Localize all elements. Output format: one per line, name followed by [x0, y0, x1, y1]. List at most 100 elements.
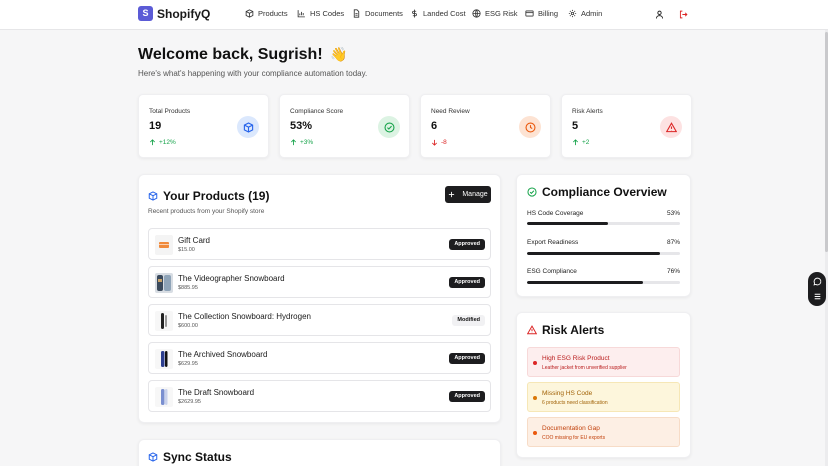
product-price: $15.00 — [178, 247, 195, 253]
stat-value: 19 — [149, 120, 162, 132]
risk-alert-item[interactable]: Documentation Gap COO missing for EU exp… — [527, 417, 680, 447]
cube-icon — [148, 452, 158, 462]
stat-change-text: +12% — [159, 139, 176, 146]
nav-hs-codes[interactable]: HS Codes — [297, 9, 344, 18]
nav-esg-risk[interactable]: ESG Risk — [472, 9, 518, 18]
warning-icon — [527, 325, 537, 335]
alert-dot — [533, 396, 537, 400]
metric-label: HS Code Coverage — [527, 210, 584, 217]
product-row[interactable]: The Videographer Snowboard $885.95 Appro… — [148, 266, 491, 298]
arrow-up-icon — [291, 139, 296, 146]
alert-description: COO missing for EU exports — [542, 435, 606, 441]
product-row[interactable]: The Archived Snowboard $629.95 Approved — [148, 342, 491, 374]
progress-track — [527, 222, 680, 225]
cube-icon-badge — [237, 116, 259, 138]
alert-description: 6 products need classification — [542, 400, 608, 406]
risk-alert-item[interactable]: Missing HS Code 6 products need classifi… — [527, 382, 680, 412]
app-name[interactable]: ShopifyQ — [157, 7, 210, 21]
alert-title: Documentation Gap — [542, 425, 600, 432]
alert-title: Missing HS Code — [542, 390, 593, 397]
nav-label: Documents — [365, 9, 403, 18]
product-name: The Draft Snowboard — [178, 388, 255, 397]
nav-landed-cost[interactable]: Landed Cost — [410, 9, 466, 18]
wave-emoji: 👋 — [330, 46, 348, 62]
progress-fill — [527, 252, 661, 255]
metric-label: ESG Compliance — [527, 268, 577, 275]
alert-title: High ESG Risk Product — [542, 355, 610, 362]
stat-change: +3% — [290, 139, 313, 146]
manage-button[interactable]: Manage — [445, 186, 491, 203]
product-row[interactable]: The Draft Snowboard $2629.95 Approved — [148, 380, 491, 412]
progress-track — [527, 252, 680, 255]
dollar-icon — [412, 9, 417, 18]
warning-icon — [665, 121, 677, 132]
product-thumbnail — [155, 273, 173, 293]
risk-alerts-title: Risk Alerts — [527, 323, 604, 337]
box-icon — [245, 9, 254, 18]
product-row[interactable]: The Collection Snowboard: Hydrogen $600.… — [148, 304, 491, 336]
stat-label: Need Review — [431, 108, 470, 115]
stat-card-compliance-score: Compliance Score 53% +3% — [279, 94, 410, 158]
snowboard-image — [161, 389, 168, 405]
gift-card-icon — [159, 242, 169, 248]
chat-button[interactable] — [812, 276, 822, 286]
product-thumbnail — [155, 387, 173, 407]
stat-value: 53% — [290, 120, 313, 132]
product-thumbnail — [155, 349, 173, 369]
clock-icon — [524, 121, 536, 133]
progress-track — [527, 281, 680, 284]
stat-change: +2 — [572, 139, 589, 146]
floating-chat-widget — [808, 272, 826, 306]
stat-label: Total Products — [149, 108, 191, 115]
products-panel-title: Your Products (19) — [148, 189, 269, 203]
check-circle-icon — [527, 187, 537, 197]
page-title: Welcome back, Sugrish! 👋 — [138, 46, 348, 64]
nav-admin[interactable]: Admin — [568, 9, 602, 18]
user-profile-button[interactable] — [653, 8, 665, 20]
stat-card-total-products: Total Products 19 +12% — [138, 94, 269, 158]
risk-alert-item[interactable]: High ESG Risk Product Leather jacket fro… — [527, 347, 680, 377]
menu-button[interactable] — [812, 291, 822, 301]
alert-dot — [533, 431, 537, 435]
stat-change: -8 — [431, 139, 447, 146]
product-price: $885.95 — [178, 285, 198, 291]
page-subtitle: Here's what's happening with your compli… — [138, 69, 368, 78]
stat-label: Risk Alerts — [572, 108, 603, 115]
snowboard-image — [161, 313, 167, 329]
product-price: $600.00 — [178, 323, 198, 329]
stat-change-text: +2 — [582, 139, 590, 146]
stat-change-text: -8 — [441, 139, 447, 146]
nav-label: ESG Risk — [485, 9, 518, 18]
document-icon — [353, 9, 360, 18]
compliance-title-text: Compliance Overview — [542, 185, 667, 199]
product-price: $2629.95 — [178, 399, 201, 405]
alert-dot — [533, 361, 537, 365]
stat-change-text: +3% — [300, 139, 314, 146]
sync-status-title: Sync Status — [148, 450, 232, 464]
logout-button[interactable] — [677, 8, 689, 20]
status-badge: Modified — [452, 315, 485, 326]
nav-documents[interactable]: Documents — [352, 9, 403, 18]
metric-value: 53% — [666, 210, 680, 217]
arrow-down-icon — [432, 139, 437, 146]
bar-chart-icon — [297, 10, 305, 18]
product-name: Gift Card — [178, 236, 211, 245]
clock-icon-badge — [519, 116, 541, 138]
product-price: $629.95 — [178, 361, 198, 367]
welcome-text: Welcome back, Sugrish! — [138, 46, 323, 63]
gear-icon — [568, 9, 577, 18]
arrow-up-icon — [573, 139, 578, 146]
chat-bubble-icon — [812, 277, 821, 286]
check-circle-icon — [383, 121, 395, 133]
nav-label: Admin — [581, 9, 603, 18]
nav-billing[interactable]: Billing — [525, 9, 558, 18]
product-thumbnail — [155, 311, 173, 331]
nav-label: Products — [258, 9, 288, 18]
product-row[interactable]: Gift Card $15.00 Approved — [148, 228, 491, 260]
compliance-overview-title: Compliance Overview — [527, 185, 667, 199]
cube-icon — [148, 191, 158, 201]
metric-value: 76% — [666, 268, 680, 275]
app-logo[interactable]: S — [138, 6, 153, 21]
product-name: The Collection Snowboard: Hydrogen — [178, 312, 311, 321]
nav-products[interactable]: Products — [245, 9, 288, 18]
